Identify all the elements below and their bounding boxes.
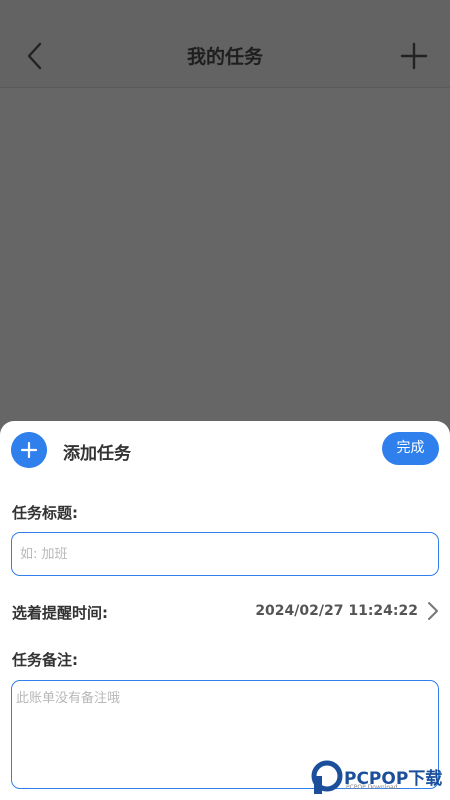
page-title: 我的任务 [186,46,263,68]
done-button[interactable]: 完成 [382,432,439,465]
app-header: 我的任务 [0,0,450,88]
task-title-label: 任务标题: [12,504,78,522]
add-task-sheet: 添加任务 完成 任务标题: 选着提醒时间: 2024/02/27 11:24:2… [0,421,450,800]
add-task-plus-icon [11,432,47,468]
reminder-time-value: 2024/02/27 11:24:22 [255,603,418,619]
watermark: PCPOP下载 PCPOP Download [310,758,450,796]
watermark-logo-icon [311,760,343,794]
add-plus-icon[interactable] [400,42,428,70]
chevron-right-icon [428,602,438,620]
reminder-time-label: 选着提醒时间: [12,604,108,622]
sheet-title: 添加任务 [63,444,131,464]
watermark-subtext: PCPOP Download [346,784,398,791]
task-note-label: 任务备注: [12,651,78,669]
task-title-input[interactable] [11,532,439,576]
reminder-time-picker[interactable]: 2024/02/27 11:24:22 [255,599,440,623]
